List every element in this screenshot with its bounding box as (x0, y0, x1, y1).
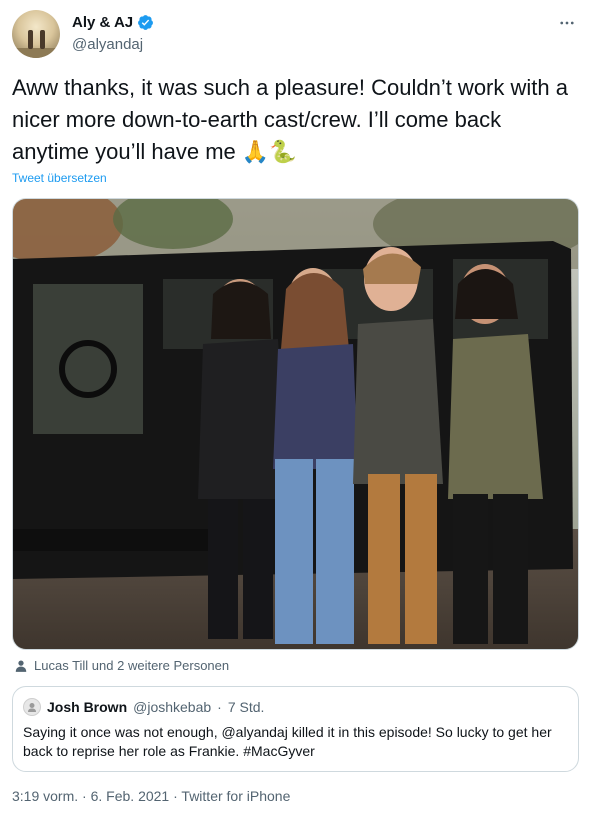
author-name-text: Aly & AJ (72, 14, 134, 31)
tweet-date[interactable]: 6. Feb. 2021 (91, 788, 170, 804)
tagged-people-label: Lucas Till und 2 weitere Personen (34, 658, 230, 673)
tweet-photo[interactable] (12, 198, 579, 650)
quoted-tweet-text: Saying it once was not enough, @alyandaj… (23, 724, 552, 759)
tweet-time[interactable]: 3:19 vorm. (12, 788, 78, 804)
tagged-people[interactable]: Lucas Till und 2 weitere Personen (14, 658, 229, 673)
author-avatar[interactable] (12, 10, 60, 58)
verified-badge-icon (138, 15, 154, 30)
translate-tweet-link[interactable]: Tweet übersetzen (12, 171, 107, 185)
quoted-author-handle: @joshkebab (133, 699, 212, 715)
quoted-author-name: Josh Brown (47, 699, 128, 715)
person-icon (15, 659, 27, 672)
tweet-meta: 3:19 vorm. · 6. Feb. 2021 · Twitter for … (12, 788, 290, 804)
meta-separator: · (173, 788, 178, 804)
quoted-tweet-header: Josh Brown @joshkebab · 7 Std. (23, 698, 264, 716)
author-names: Aly & AJ @alyandaj (72, 14, 154, 53)
tweet-header: Aly & AJ @alyandaj (12, 10, 580, 58)
meta-separator: · (82, 788, 87, 804)
quoted-author-avatar (23, 698, 41, 716)
quoted-separator: · (217, 699, 222, 715)
more-dots-glyph (560, 21, 574, 25)
quoted-avatar-glyph (28, 703, 36, 712)
author-display-name[interactable]: Aly & AJ (72, 14, 154, 31)
photo-illustration (13, 199, 578, 649)
more-horizontal-icon[interactable] (556, 12, 578, 34)
quoted-tweet[interactable]: Josh Brown @joshkebab · 7 Std. Saying it… (12, 686, 579, 772)
author-handle[interactable]: @alyandaj (72, 36, 154, 53)
tweet-source[interactable]: Twitter for iPhone (181, 788, 290, 804)
tweet-text: Aww thanks, it was such a pleasure! Coul… (12, 75, 568, 164)
quoted-time: 7 Std. (227, 699, 265, 715)
